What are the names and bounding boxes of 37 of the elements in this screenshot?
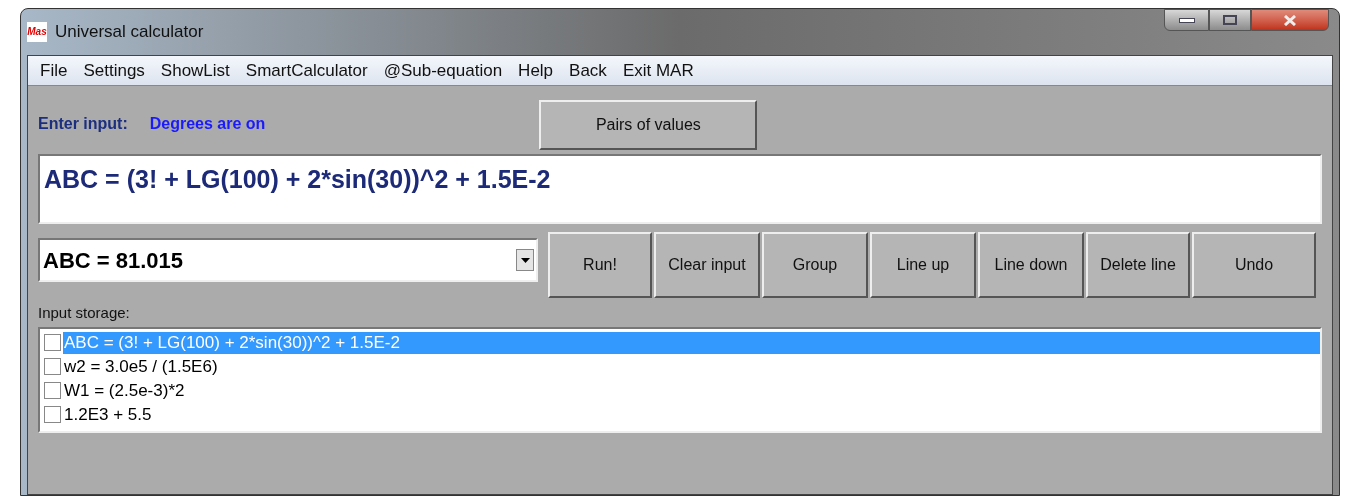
app-logo: Mas (27, 22, 47, 42)
maximize-button[interactable] (1209, 9, 1251, 31)
storage-item[interactable]: w2 = 3.0e5 / (1.5E6) (63, 355, 1320, 378)
checkbox[interactable] (44, 406, 61, 423)
menu-item[interactable]: Help (510, 57, 562, 84)
result-dropdown[interactable]: ABC = 81.015 (38, 238, 538, 282)
pairs-of-values-button[interactable]: Pairs of values (539, 100, 758, 150)
action-button[interactable]: Line up (870, 232, 976, 298)
window-title: Universal calculator (55, 21, 204, 44)
action-button[interactable]: Line down (978, 232, 1084, 298)
input-field[interactable]: ABC = (3! + LG(100) + 2*sin(30))^2 + 1.5E-2 (38, 154, 1322, 224)
maximize-icon (1223, 15, 1237, 25)
storage-item[interactable]: 1.2E3 + 5.5 (63, 403, 1320, 426)
action-button[interactable]: Clear input (654, 232, 760, 298)
menu-item[interactable]: @Sub-equation (375, 57, 511, 84)
input-storage-label: Input storage: (37, 303, 131, 323)
minimize-icon (1178, 17, 1195, 23)
checkbox[interactable] (44, 358, 61, 375)
input-label: Enter input: (38, 114, 128, 134)
checkbox[interactable] (44, 382, 61, 399)
close-button[interactable] (1251, 9, 1329, 31)
minimize-button[interactable] (1164, 9, 1209, 31)
action-button[interactable]: Undo (1192, 232, 1316, 298)
action-button[interactable]: Delete line (1086, 232, 1190, 298)
action-button[interactable]: Group (762, 232, 868, 298)
menu-item[interactable]: Back (561, 57, 615, 84)
result-value: ABC = 81.015 (42, 246, 185, 275)
action-button[interactable]: Run! (548, 232, 652, 298)
menu-item[interactable]: Settings (75, 57, 153, 84)
menu-item[interactable]: SmartCalculator (237, 57, 376, 84)
menu-item[interactable]: Exit MAR (614, 57, 702, 84)
menu-item[interactable]: File (32, 57, 76, 84)
menu-item[interactable]: ShowList (152, 57, 238, 84)
checkbox[interactable] (44, 334, 61, 351)
storage-item[interactable]: W1 = (2.5e-3)*2 (63, 379, 1320, 402)
close-icon (1283, 14, 1297, 26)
degrees-status: Degrees are on (149, 114, 266, 134)
